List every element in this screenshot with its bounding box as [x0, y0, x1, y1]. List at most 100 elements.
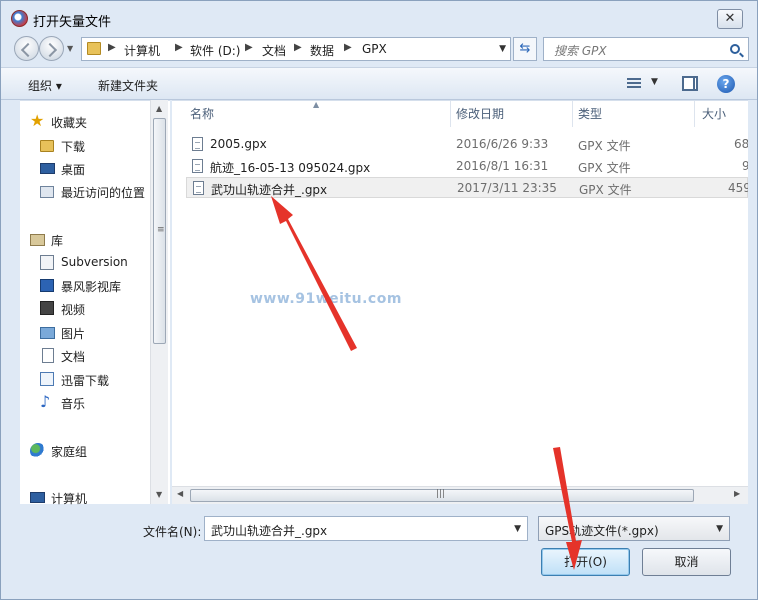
column-divider[interactable]	[450, 101, 451, 127]
view-options-icon[interactable]	[627, 78, 641, 90]
column-header-size[interactable]: 大小	[702, 101, 726, 127]
refresh-button[interactable]: ⇆	[513, 37, 537, 61]
file-size: 459	[728, 181, 748, 195]
column-divider[interactable]	[694, 101, 695, 127]
breadcrumb-drive-d[interactable]: 软件 (D:)	[190, 42, 240, 59]
grip-icon: |||	[436, 489, 446, 499]
sidebar-item-label: 库	[51, 234, 64, 248]
column-divider[interactable]	[572, 101, 573, 127]
file-row[interactable]: 2005.gpx 2016/6/26 9:33 GPX 文件 68	[186, 134, 748, 155]
column-header-modified[interactable]: 修改日期	[456, 101, 504, 127]
navigation-bar: ▼ ▶ 计算机 ▶ 软件 (D:) ▶ 文档 ▶ 数据 ▶ GPX ▼ ⇆ 搜索…	[1, 35, 757, 63]
cancel-button[interactable]: 取消	[642, 548, 731, 576]
file-type: GPX 文件	[578, 139, 631, 153]
file-type: GPX 文件	[579, 183, 632, 197]
back-button[interactable]	[14, 36, 39, 61]
column-header-type[interactable]: 类型	[578, 101, 602, 127]
document-icon	[40, 255, 54, 270]
sidebar-item-label: 文档	[61, 350, 86, 364]
file-type-value: GPS轨迹文件(*.gpx)	[545, 524, 659, 538]
address-dropdown-icon[interactable]: ▼	[499, 44, 506, 54]
sort-ascending-icon: ▲	[313, 100, 320, 109]
file-type-select[interactable]: GPS轨迹文件(*.gpx) ▼	[538, 516, 730, 541]
folder-icon	[87, 42, 101, 55]
breadcrumb-computer[interactable]: 计算机	[124, 42, 160, 59]
search-input[interactable]: 搜索 GPX	[543, 37, 749, 61]
navigation-pane: ★ 收藏夹 下载 桌面 最近访问的位置 库 Subversion 暴风影视库 视…	[20, 100, 170, 506]
recent-places-icon	[40, 186, 54, 198]
breadcrumb-gpx[interactable]: GPX	[362, 42, 387, 56]
desktop-icon	[40, 163, 55, 174]
document-icon	[42, 348, 54, 363]
folder-icon	[40, 140, 54, 152]
sidebar-item-label: 迅雷下载	[61, 374, 110, 388]
file-type: GPX 文件	[578, 161, 631, 175]
scroll-right-icon[interactable]: ▶	[734, 489, 740, 498]
forward-button[interactable]	[39, 36, 64, 61]
filename-dropdown-icon[interactable]: ▼	[514, 524, 521, 534]
chevron-right-icon[interactable]: ▶	[245, 42, 253, 53]
window-title: 打开矢量文件	[33, 15, 112, 30]
sidebar-item-label: 桌面	[61, 163, 86, 177]
sidebar-item-label: Subversion	[61, 255, 128, 269]
open-button[interactable]: 打开(O)	[541, 548, 630, 576]
chevron-right-icon[interactable]: ▶	[344, 42, 352, 53]
app-icon	[11, 10, 28, 27]
sidebar-scrollbar[interactable]: ▲ ≡ ▼	[150, 100, 168, 504]
homegroup-icon	[30, 443, 46, 459]
filename-input[interactable]: 武功山轨迹合并_.gpx ▼	[204, 516, 528, 541]
hscroll-thumb[interactable]: |||	[190, 489, 694, 502]
breadcrumb-data[interactable]: 数据	[310, 42, 334, 59]
video-icon	[40, 301, 54, 315]
preview-pane-icon[interactable]	[682, 76, 698, 91]
organize-button[interactable]: 组织 ▾	[28, 77, 62, 94]
sidebar-item-label: 音乐	[61, 397, 86, 411]
file-icon	[192, 159, 203, 173]
sidebar-item-label: 暴风影视库	[61, 280, 122, 294]
file-type-dropdown-icon[interactable]: ▼	[716, 524, 723, 534]
file-row-selected[interactable]: 武功山轨迹合并_.gpx 2017/3/11 23:35 GPX 文件 459	[186, 177, 748, 198]
sidebar-item-label: 视频	[61, 303, 86, 317]
file-modified: 2017/3/11 23:35	[457, 181, 557, 195]
chevron-right-icon[interactable]: ▶	[108, 42, 116, 53]
new-folder-button[interactable]: 新建文件夹	[98, 77, 158, 94]
file-list-hscrollbar[interactable]: ◀ ||| ▶	[172, 486, 748, 504]
picture-icon	[40, 327, 55, 339]
chevron-right-icon[interactable]: ▶	[294, 42, 302, 53]
filename-value: 武功山轨迹合并_.gpx	[211, 524, 328, 538]
scroll-up-icon[interactable]: ▲	[156, 104, 162, 113]
star-icon: ★	[30, 111, 45, 130]
scroll-down-icon[interactable]: ▼	[156, 490, 162, 499]
sidebar-item-label: 图片	[61, 327, 86, 341]
download-icon	[40, 372, 54, 386]
grip-icon: ≡	[157, 225, 165, 235]
file-modified: 2016/8/1 16:31	[456, 159, 549, 173]
sidebar-item-label: 最近访问的位置	[61, 186, 146, 200]
file-name: 武功山轨迹合并_.gpx	[211, 183, 328, 197]
file-name: 航迹_16-05-13 095024.gpx	[210, 161, 371, 175]
chevron-right-icon[interactable]: ▶	[175, 42, 183, 53]
view-dropdown-icon[interactable]: ▼	[651, 77, 658, 87]
breadcrumb-documents[interactable]: 文档	[262, 42, 286, 59]
title-bar: 打开矢量文件 ✕	[1, 1, 757, 35]
sidebar-scroll-thumb[interactable]: ≡	[153, 118, 166, 344]
search-icon[interactable]	[730, 44, 740, 54]
column-header-name[interactable]: 名称	[190, 101, 214, 127]
address-bar[interactable]: ▶ 计算机 ▶ 软件 (D:) ▶ 文档 ▶ 数据 ▶ GPX ▼	[81, 37, 511, 61]
watermark-text: www.91weitu.com	[250, 291, 402, 307]
file-modified: 2016/6/26 9:33	[456, 137, 549, 151]
command-toolbar: 组织 ▾ 新建文件夹 ▼ ?	[1, 67, 757, 100]
close-button[interactable]: ✕	[717, 9, 743, 29]
recent-pages-dropdown-icon[interactable]: ▼	[67, 44, 73, 53]
file-list: ▲ 名称 修改日期 类型 大小 2005.gpx 2016/6/26 9:33 …	[172, 100, 748, 504]
file-row[interactable]: 航迹_16-05-13 095024.gpx 2016/8/1 16:31 GP…	[186, 156, 748, 177]
file-size: 68	[734, 137, 748, 151]
file-icon	[193, 181, 204, 195]
help-icon[interactable]: ?	[717, 75, 735, 93]
computer-icon	[30, 492, 45, 503]
file-size: 9	[742, 159, 748, 173]
sidebar-item-label: 计算机	[51, 492, 88, 506]
music-icon: ♪	[40, 392, 51, 411]
sidebar-item-label: 收藏夹	[51, 116, 88, 130]
scroll-left-icon[interactable]: ◀	[177, 489, 183, 498]
